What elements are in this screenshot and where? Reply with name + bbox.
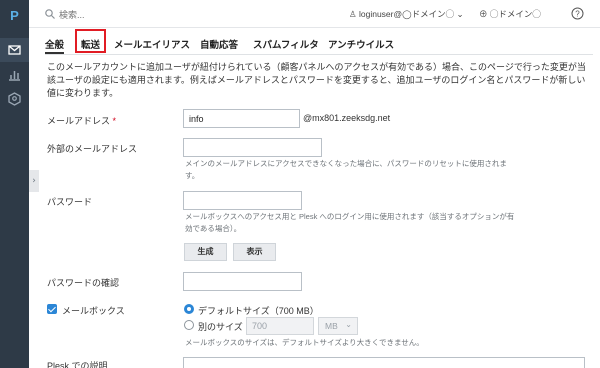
globe-icon: ⊕ (479, 9, 488, 19)
confirm-password-field[interactable] (183, 272, 302, 291)
user-menu[interactable]: ♙ loginuser@◯ドメイン◯ ⌄ (349, 8, 464, 20)
mailbox-checkbox[interactable] (47, 304, 57, 314)
tab-antivirus[interactable]: アンチウイルス (328, 37, 394, 51)
password-hint: メールボックスへのアクセス用と Plesk へのログイン用に使用されます（該当す… (185, 212, 515, 233)
user-menu-label: loginuser@◯ドメイン◯ (359, 9, 455, 19)
sidebar-item-account[interactable] (6, 90, 23, 107)
sidebar-collapse-toggle[interactable]: › (29, 170, 39, 192)
search-input[interactable] (43, 8, 193, 22)
show-button[interactable]: 表示 (233, 243, 276, 261)
left-sidebar: P (0, 0, 29, 368)
top-bar: ♙ loginuser@◯ドメイン◯ ⌄ ⊕ ◯ドメイン◯ ? (29, 0, 600, 28)
email-field[interactable] (183, 109, 300, 128)
other-size-radio[interactable] (184, 320, 194, 330)
chevron-down-icon: ⌄ (456, 9, 464, 19)
external-email-hint: メインのメールアドレスにアクセスできなくなった場合に、パスワードのリセットに使用… (185, 159, 507, 180)
plesk-description-field[interactable] (183, 357, 585, 368)
email-domain: @mx801.zeeksdg.net (303, 113, 391, 123)
user-icon: ♙ (349, 9, 357, 19)
generate-button[interactable]: 生成 (184, 243, 227, 261)
mailbox-hint: メールボックスのサイズは、デフォルトサイズより大きくできません。 (185, 338, 424, 347)
size-unit-select[interactable]: MB ⌄ (318, 317, 358, 335)
tab-general[interactable]: 全般 (45, 37, 65, 54)
mailbox-label: メールボックス (62, 306, 125, 316)
tab-auto-reply[interactable]: 自動応答 (200, 37, 238, 51)
size-unit-value: MB (325, 321, 338, 331)
tab-divider (45, 54, 593, 55)
default-size-radio[interactable] (184, 304, 194, 314)
plesk-description-label: Plesk での説明 (47, 361, 108, 368)
other-size-input[interactable] (246, 317, 314, 335)
required-mark: * (112, 116, 117, 126)
password-field[interactable] (183, 191, 302, 210)
domain-menu-label: ◯ドメイン◯ (489, 9, 541, 19)
svg-text:?: ? (575, 10, 580, 19)
mail-icon (8, 45, 21, 55)
sidebar-item-statistics[interactable] (6, 66, 23, 83)
tab-spam-filter[interactable]: スパムフィルタ (253, 37, 319, 51)
tab-mail-aliases[interactable]: メールエイリアス (114, 37, 190, 51)
page-description: このメールアカウントに追加ユーザが紐付けられている（顧客パネルへのアクセスが有効… (47, 62, 586, 98)
password-label: パスワード (47, 197, 93, 207)
help-icon[interactable]: ? (571, 7, 584, 20)
external-email-field[interactable] (183, 138, 322, 157)
email-label: メールアドレス * (47, 114, 116, 127)
domain-menu[interactable]: ⊕ ◯ドメイン◯ (479, 8, 541, 20)
sidebar-item-mail[interactable] (0, 38, 29, 62)
chevron-down-icon: ⌄ (345, 320, 352, 329)
account-icon (8, 92, 21, 106)
other-size-label: 別のサイズ (198, 322, 243, 332)
default-size-label: デフォルトサイズ（700 MB） (198, 306, 319, 316)
confirm-password-label: パスワードの確認 (47, 278, 120, 288)
tab-highlight-box (75, 29, 106, 53)
external-email-label: 外部のメールアドレス (47, 144, 138, 154)
plesk-logo[interactable]: P (0, 0, 29, 32)
bar-chart-icon (9, 71, 20, 81)
email-label-text: メールアドレス (47, 116, 111, 126)
